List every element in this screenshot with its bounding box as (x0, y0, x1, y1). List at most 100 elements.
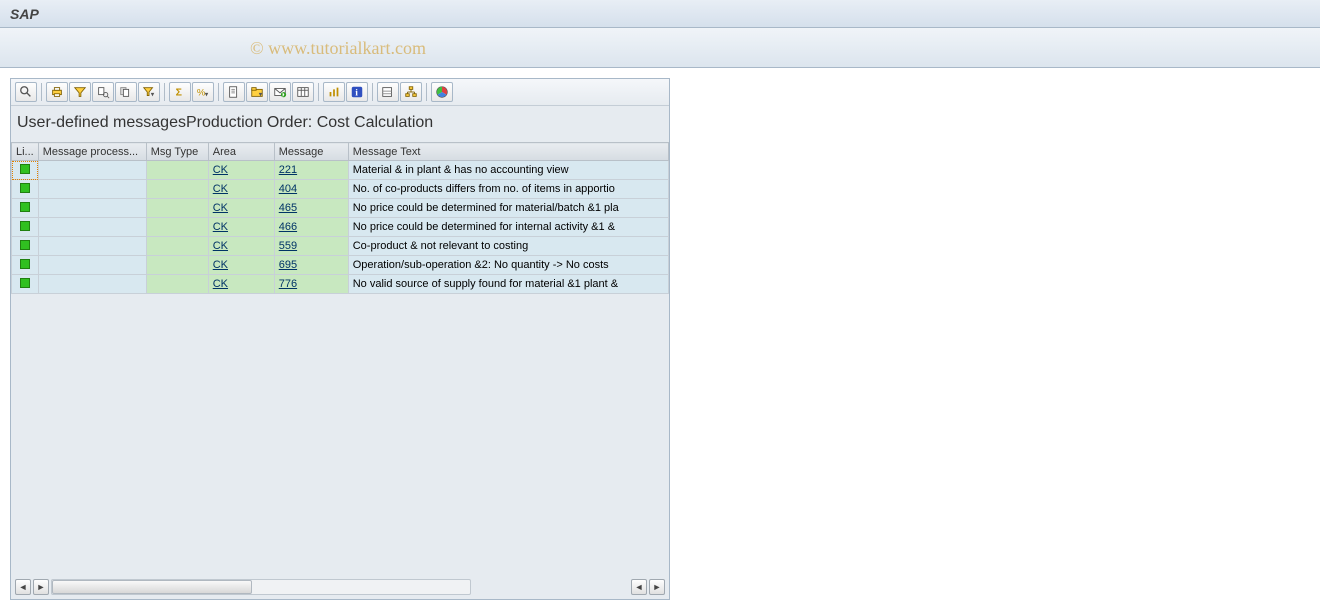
table-container: Li... Message process... Msg Type Area M… (11, 142, 669, 577)
mail-button[interactable] (269, 82, 291, 102)
menu-bar: © www.tutorialkart.com (0, 28, 1320, 68)
area-cell: CK (208, 237, 274, 256)
svg-text:%: % (197, 88, 206, 99)
text-cell: No. of co-products differs from no. of i… (348, 180, 668, 199)
text-cell: Material & in plant & has no accounting … (348, 161, 668, 180)
area-cell: CK (208, 275, 274, 294)
area-link[interactable]: CK (213, 240, 228, 252)
message-cell: 695 (274, 256, 348, 275)
area-cell: CK (208, 199, 274, 218)
process-cell (38, 199, 146, 218)
chart-button[interactable] (431, 82, 453, 102)
toolbar-separator (41, 83, 42, 101)
message-link[interactable]: 776 (279, 278, 297, 290)
find-next-button[interactable] (115, 82, 137, 102)
process-cell (38, 161, 146, 180)
content-area: Σ % i User-defined messagesProduction Or… (0, 68, 1320, 610)
table-row[interactable]: CK776No valid source of supply found for… (12, 275, 669, 294)
process-cell (38, 275, 146, 294)
area-cell: CK (208, 218, 274, 237)
col-header-process[interactable]: Message process... (38, 143, 146, 161)
table-row[interactable]: CK 404 No. of co-products differs from no.… (12, 180, 669, 199)
graphic-button[interactable] (323, 82, 345, 102)
table-row[interactable]: CK 466 No price could be determined for in… (12, 218, 669, 237)
msgtype-cell (146, 237, 208, 256)
total-button[interactable]: Σ (169, 82, 191, 102)
scroll-track[interactable] (51, 579, 471, 595)
export-button[interactable] (223, 82, 245, 102)
msgtype-cell (146, 218, 208, 237)
area-link[interactable]: CK (213, 221, 228, 233)
message-link[interactable]: 559 (279, 240, 297, 252)
table-row[interactable]: CK 559 Co-product & not relevant to costin… (12, 237, 669, 256)
status-light-icon (20, 164, 30, 174)
message-link[interactable]: 695 (279, 259, 297, 271)
list-title: User-defined messagesProduction Order: C… (11, 106, 669, 142)
layout-button[interactable] (292, 82, 314, 102)
msgtype-cell (146, 180, 208, 199)
abc-button[interactable] (377, 82, 399, 102)
area-link[interactable]: CK (213, 259, 228, 271)
toolbar-separator (372, 83, 373, 101)
toolbar-separator (218, 83, 219, 101)
col-header-text[interactable]: Message Text (348, 143, 668, 161)
text-cell: No price could be determined for materia… (348, 199, 668, 218)
message-link[interactable]: 466 (279, 221, 297, 233)
toolbar-separator (318, 83, 319, 101)
message-cell: 404 (274, 180, 348, 199)
area-link[interactable]: CK (213, 164, 228, 176)
find-button[interactable] (92, 82, 114, 102)
col-header-msgtype[interactable]: Msg Type (146, 143, 208, 161)
process-cell (38, 218, 146, 237)
horizontal-scrollbar: ◄ ► ◄ ► (11, 577, 669, 599)
set-filter-button[interactable] (138, 82, 160, 102)
col-header-light[interactable]: Li... (12, 143, 39, 161)
list-panel: Σ % i User-defined messagesProduction Or… (10, 78, 670, 600)
status-cell (12, 180, 39, 199)
area-link[interactable]: CK (213, 183, 228, 195)
title-bar: SAP (0, 0, 1320, 28)
status-cell (12, 218, 39, 237)
process-cell (38, 256, 146, 275)
table-row[interactable]: CK 695 Operation/sub-operation &2: No quan… (12, 256, 669, 275)
message-cell: 465 (274, 199, 348, 218)
status-light-icon (20, 259, 30, 269)
local-file-button[interactable] (246, 82, 268, 102)
hierarchy-button[interactable] (400, 82, 422, 102)
area-cell: CK (208, 161, 274, 180)
message-link[interactable]: 465 (279, 202, 297, 214)
text-cell: No price could be determined for interna… (348, 218, 668, 237)
info-button[interactable]: i (346, 82, 368, 102)
toolbar-separator (164, 83, 165, 101)
status-light-icon (20, 240, 30, 250)
alv-toolbar: Σ % i (11, 79, 669, 106)
message-cell: 221 (274, 161, 348, 180)
scroll-left-button[interactable]: ◄ (15, 579, 31, 595)
svg-text:i: i (355, 88, 358, 99)
col-header-area[interactable]: Area (208, 143, 274, 161)
scroll-thumb[interactable] (52, 580, 252, 594)
status-cell (12, 256, 39, 275)
area-link[interactable]: CK (213, 278, 228, 290)
message-link[interactable]: 221 (279, 164, 297, 176)
process-cell (38, 237, 146, 256)
table-row[interactable]: CK 465 No price could be determined for ma… (12, 199, 669, 218)
scroll-right-button-2[interactable]: ► (649, 579, 665, 595)
status-light-icon (20, 221, 30, 231)
table-row[interactable]: CK 221 Material & in plant & has no accoun… (12, 161, 669, 180)
col-header-message[interactable]: Message (274, 143, 348, 161)
detail-button[interactable] (15, 82, 37, 102)
toolbar-separator (426, 83, 427, 101)
subtotal-button[interactable]: % (192, 82, 214, 102)
area-link[interactable]: CK (213, 202, 228, 214)
app-title: SAP (10, 6, 39, 22)
scroll-right-button[interactable]: ► (33, 579, 49, 595)
print-button[interactable] (46, 82, 68, 102)
scroll-left-button-2[interactable]: ◄ (631, 579, 647, 595)
text-cell: Operation/sub-operation &2: No quantity … (348, 256, 668, 275)
message-cell: 559 (274, 237, 348, 256)
message-link[interactable]: 404 (279, 183, 297, 195)
status-cell (12, 161, 39, 180)
filter-button[interactable] (69, 82, 91, 102)
text-cell: Co-product & not relevant to costing (348, 237, 668, 256)
